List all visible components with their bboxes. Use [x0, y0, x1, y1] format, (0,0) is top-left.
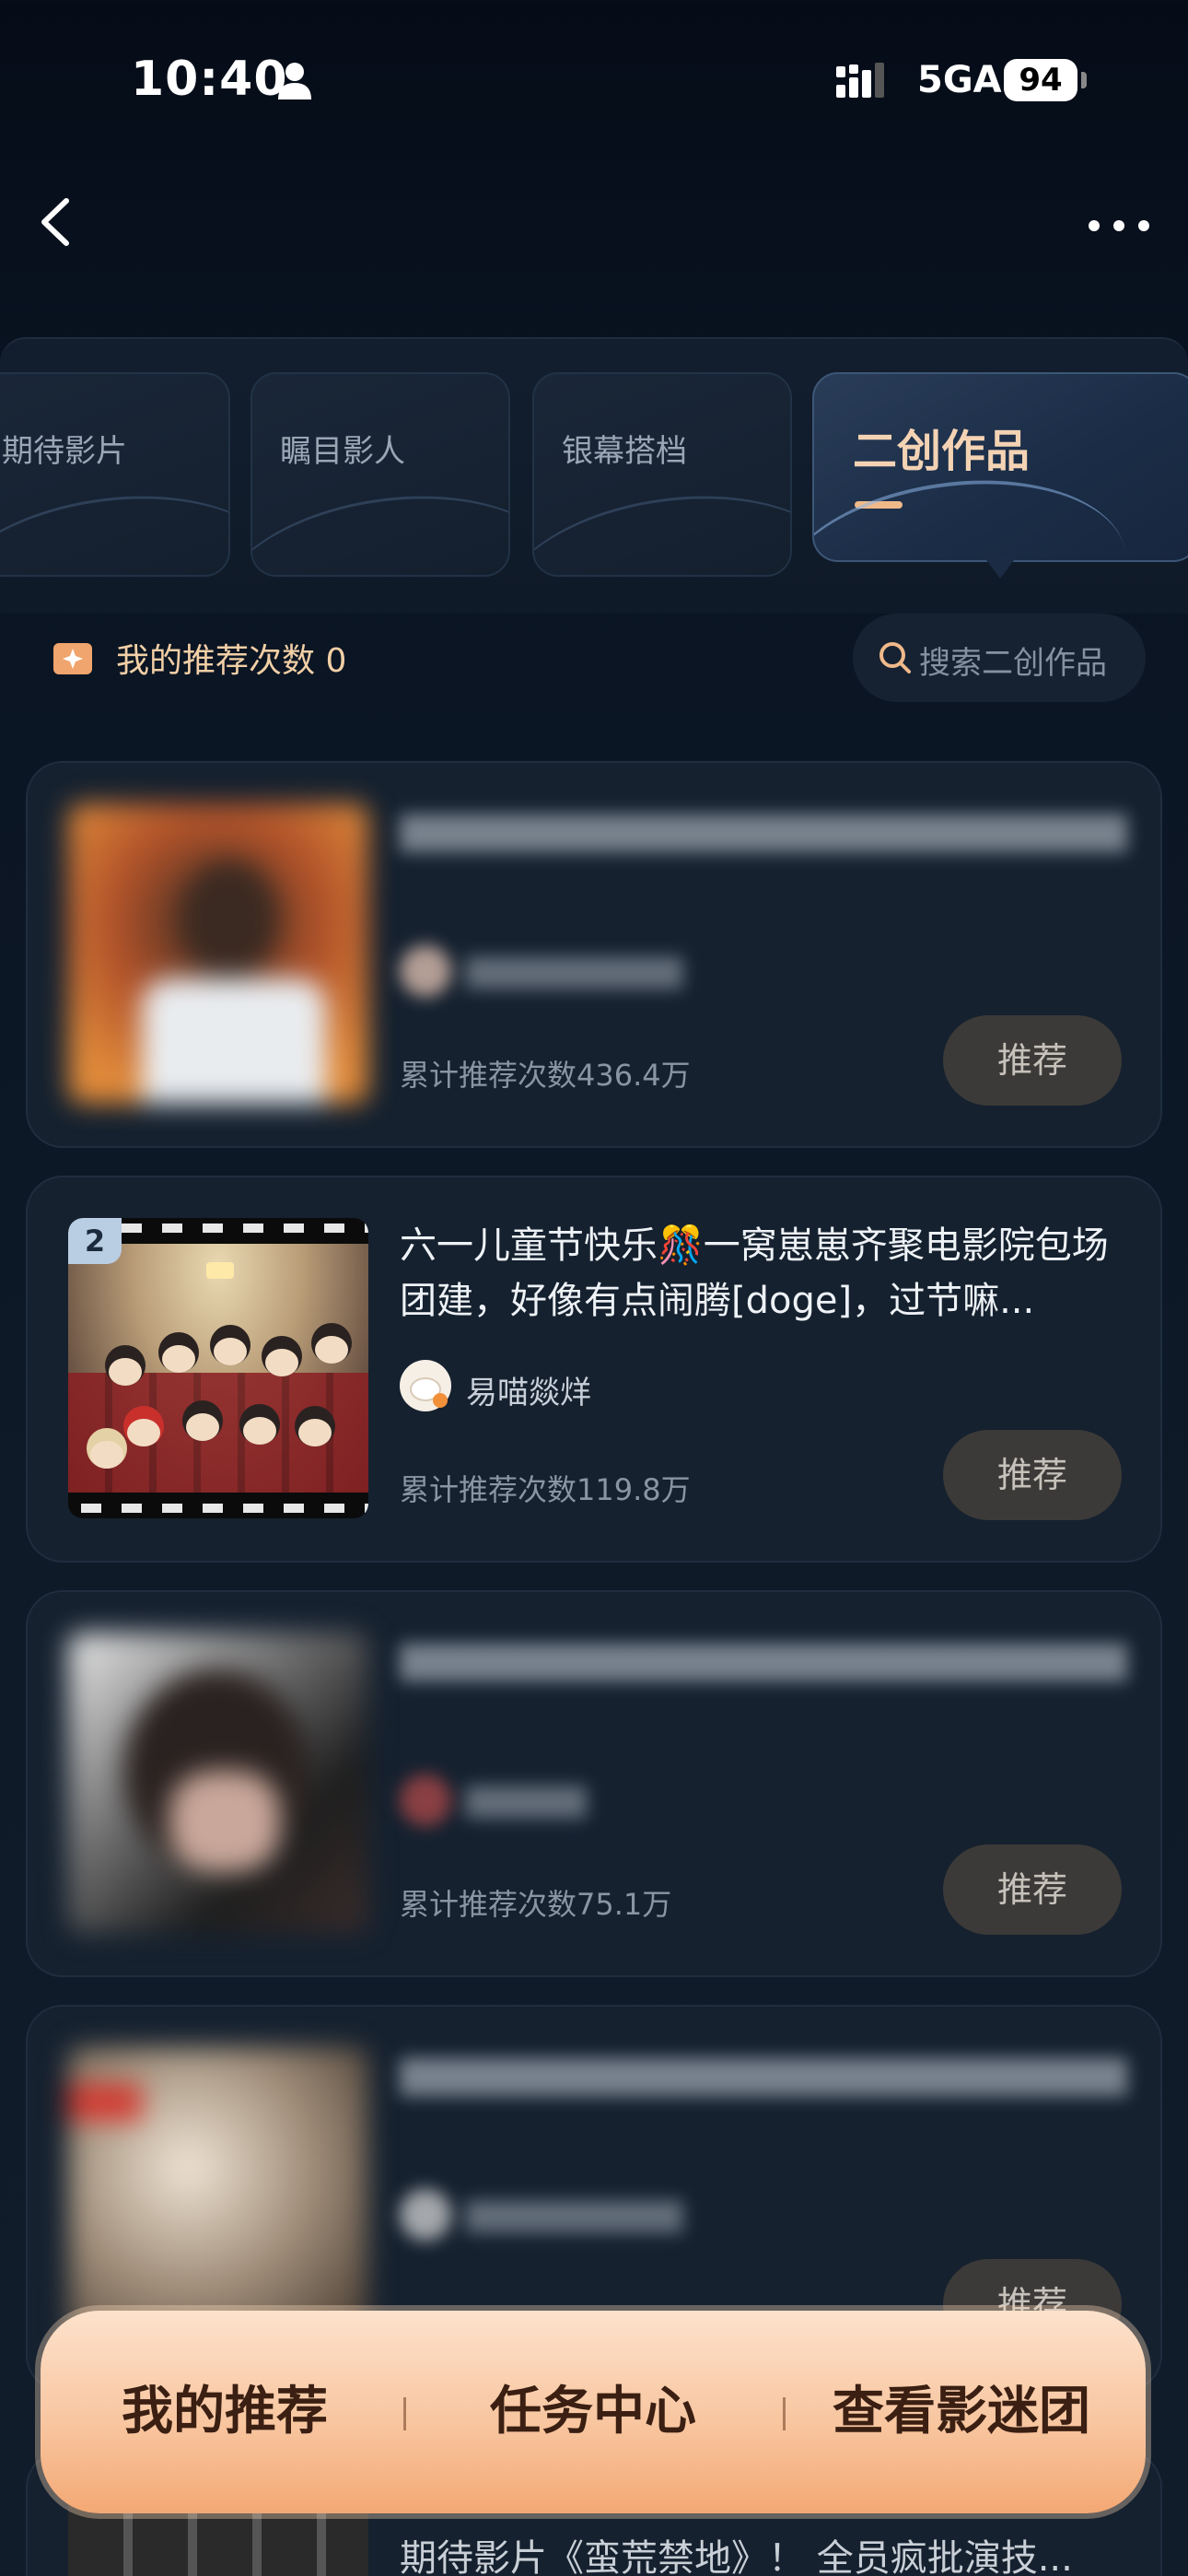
- card-title: ▇▇▇▇▇▇▇▇▇▇▇▇▇▇▇▇▇▇▇▇▇▇▇▇▇▇▇: [400, 2054, 1127, 2096]
- recommend-count: 累计推荐次数119.8万: [400, 1472, 691, 1507]
- signal-icon: [836, 63, 884, 98]
- rank-badge: 2: [68, 1218, 122, 1264]
- network-label: 5GA: [917, 59, 1002, 101]
- recommend-count: 累计推荐次数436.4万: [400, 1058, 691, 1093]
- card-title: 六一儿童节快乐🎊一窝崽崽齐聚电影院包场团建，好像有点闹腾[doge]，过节嘛..…: [400, 1224, 1109, 1322]
- tab-screen-partners[interactable]: 银幕搭档: [532, 372, 792, 577]
- thumbnail: [68, 803, 368, 1104]
- sparkle-ticket-icon: [53, 643, 92, 674]
- active-tab-indicator: [855, 501, 903, 509]
- my-recommend-button[interactable]: 我的推荐: [41, 2311, 409, 2513]
- author-name: ▇▇▇▇▇: [466, 1782, 587, 1819]
- status-bar: 10:40 5GA 94: [0, 0, 1188, 161]
- tab-label: 期待影片: [2, 433, 127, 470]
- tab-label: 瞩目影人: [280, 433, 405, 470]
- avatar: [400, 945, 451, 997]
- search-icon: [879, 642, 911, 673]
- tab-label: 银幕搭档: [562, 433, 687, 470]
- more-options-icon[interactable]: [1077, 203, 1160, 249]
- clock: 10:40: [131, 52, 288, 107]
- fan-club-button[interactable]: 查看影迷团: [777, 2311, 1146, 2513]
- avatar: [400, 2189, 451, 2241]
- back-button[interactable]: [28, 190, 92, 254]
- divider: [403, 2397, 406, 2430]
- recommend-button[interactable]: 推荐: [943, 1430, 1122, 1520]
- list-item[interactable]: ▇▇▇▇▇▇▇▇▇▇▇▇▇▇▇▇▇▇▇▇▇▇▇▇▇▇▇ ▇▇▇▇▇ 累计推荐次数…: [26, 1590, 1162, 1977]
- thumbnail: [68, 2047, 368, 2348]
- search-placeholder: 搜索二创作品: [919, 645, 1107, 682]
- author-name: ▇▇▇▇▇▇▇▇▇: [466, 953, 683, 989]
- task-center-button[interactable]: 任务中心: [409, 2311, 777, 2513]
- avatar: [400, 1774, 451, 1826]
- card-title: ▇▇▇▇▇▇▇▇▇▇▇▇▇▇▇▇▇▇▇▇▇▇▇▇▇▇▇: [400, 810, 1127, 852]
- tab-label: 二创作品: [853, 426, 1031, 477]
- battery-level: 94: [1004, 59, 1077, 101]
- recommend-button[interactable]: 推荐: [943, 1844, 1122, 1935]
- list-item[interactable]: ▇▇▇▇▇▇▇▇▇▇▇▇▇▇▇▇▇▇▇▇▇▇▇▇▇▇▇ ▇▇▇▇▇▇▇▇▇ 累计…: [26, 761, 1162, 1148]
- tab-fan-creations[interactable]: 二创作品: [812, 372, 1188, 562]
- my-recommend-count: 我的推荐次数 0: [116, 642, 347, 680]
- list-item[interactable]: 2 六一儿童节快乐🎊一窝崽崽齐聚电影院包场团建，好像有点闹腾[doge]，过节嘛…: [26, 1176, 1162, 1563]
- tab-anticipated-films[interactable]: 期待影片: [0, 372, 230, 577]
- avatar: [400, 1360, 451, 1411]
- thumbnail: [68, 1633, 368, 1933]
- author-name: ▇▇▇▇▇▇▇▇▇: [466, 2196, 683, 2233]
- person-icon: [278, 63, 311, 100]
- film-strip-edge: [68, 1498, 368, 1518]
- card-title: ▇▇▇▇▇▇▇▇▇▇▇▇▇▇▇▇▇▇▇▇▇▇▇▇▇▇▇: [400, 1639, 1127, 1681]
- card-title: 期待影片《蛮荒禁地》！ 全员疯批演技...: [400, 2537, 1073, 2576]
- bottom-action-bar: 我的推荐 任务中心 查看影迷团: [41, 2311, 1146, 2513]
- cinema-illustration: [68, 1244, 368, 1493]
- search-input[interactable]: 搜索二创作品: [853, 614, 1146, 702]
- tab-notable-people[interactable]: 瞩目影人: [250, 372, 510, 577]
- thumbnail: 2: [68, 1218, 368, 1518]
- author-name: 易喵燚烊: [466, 1375, 591, 1411]
- recommend-count: 累计推荐次数75.1万: [400, 1887, 672, 1922]
- recommend-button[interactable]: 推荐: [943, 1015, 1122, 1106]
- battery-tip: [1081, 72, 1087, 88]
